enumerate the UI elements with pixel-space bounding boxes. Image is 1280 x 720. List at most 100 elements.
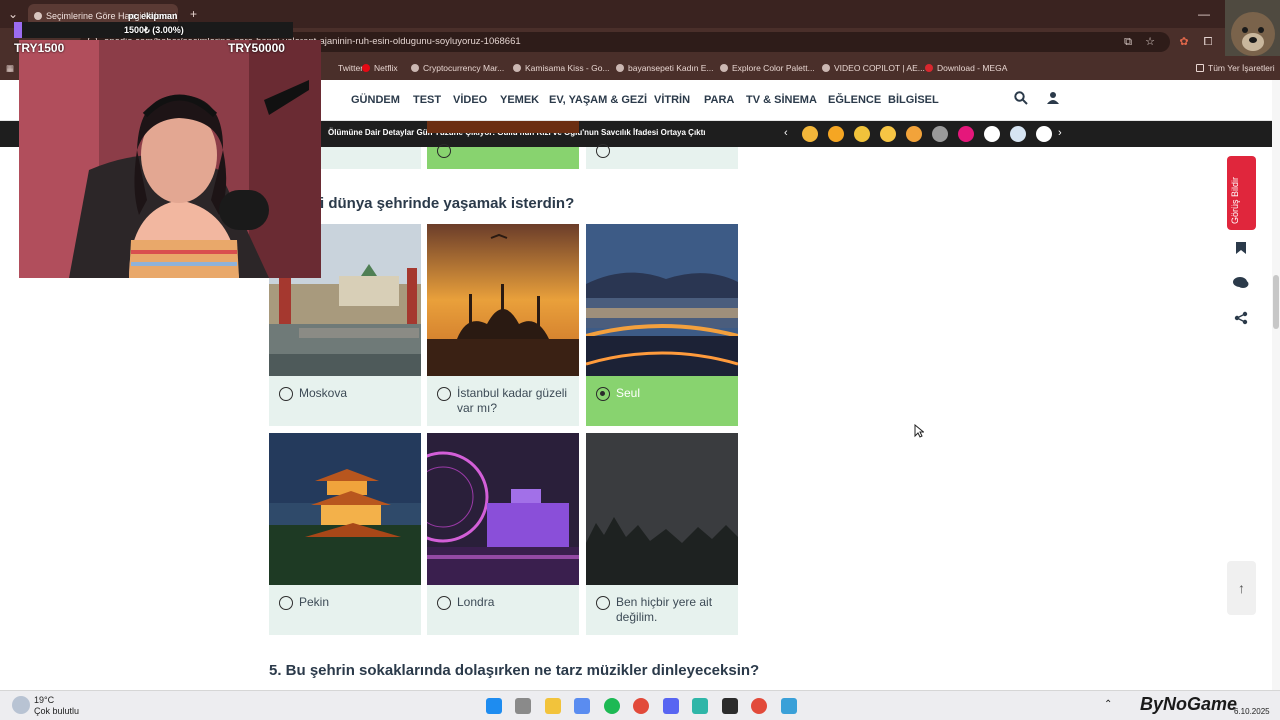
radio-icon[interactable] xyxy=(437,387,451,401)
discord-icon[interactable] xyxy=(663,698,679,714)
bynogame-watermark: ByNoGame xyxy=(1140,694,1238,714)
extension-icon[interactable]: ✿ xyxy=(1178,36,1190,48)
windows-taskbar: 19°C Çok bulutlu ⌃ ByNoGame 6.10.2025 xyxy=(0,690,1280,720)
globe-icon xyxy=(411,64,419,72)
option-label: Ben hiçbir yere ait değilim. xyxy=(596,595,731,625)
bookmark-bayansepeti[interactable]: bayansepeti Kadın E... xyxy=(616,56,714,80)
radio-selected-icon[interactable] xyxy=(596,387,610,401)
globe-icon xyxy=(822,64,830,72)
option-card-pekin[interactable]: Pekin xyxy=(269,433,421,635)
date[interactable]: 6.10.2025 xyxy=(1234,707,1270,716)
reaction-emoji-icon[interactable] xyxy=(802,126,818,142)
option-card-hicbir-yer[interactable]: Ben hiçbir yere ait değilim. xyxy=(586,433,738,635)
pink-badge-icon[interactable] xyxy=(958,126,974,142)
nav-ev-yasam-gezi[interactable]: EV, YAŞAM & GEZİ xyxy=(549,94,647,106)
radio-icon[interactable] xyxy=(279,387,293,401)
radio-icon[interactable] xyxy=(279,596,293,610)
radio-selected-icon xyxy=(437,144,451,158)
globe-icon xyxy=(513,64,521,72)
bookmark-label: Netflix xyxy=(374,63,398,73)
app-icon[interactable] xyxy=(781,698,797,714)
nav-vitrin[interactable]: VİTRİN xyxy=(654,94,690,106)
nav-eglence[interactable]: EĞLENCE xyxy=(828,94,881,106)
bookmark-label: VIDEO COPILOT | AE... xyxy=(834,63,925,73)
question-title: i dünya şehrinde yaşamak isterdin? xyxy=(320,195,575,212)
chevron-left-icon[interactable]: ‹ xyxy=(784,127,788,139)
wow-emoji-icon[interactable] xyxy=(906,126,922,142)
goal-label: pc ekipman xyxy=(128,11,178,21)
weather-text[interactable]: Çok bulutlu xyxy=(34,706,79,716)
nav-gundem[interactable]: GÜNDEM xyxy=(351,94,400,106)
feedback-button[interactable]: Görüş Bildir xyxy=(1227,156,1256,230)
bookmark-icon[interactable] xyxy=(1232,241,1250,259)
prev-option-selected[interactable] xyxy=(427,144,579,169)
ok-badge-icon[interactable] xyxy=(1036,126,1052,142)
chrome-active-icon[interactable] xyxy=(751,698,767,714)
install-app-icon[interactable]: ⧉ xyxy=(1122,36,1134,48)
grey-emoji-icon[interactable] xyxy=(932,126,948,142)
scroll-to-top-button[interactable]: ↑ xyxy=(1227,561,1256,615)
bookmark-star-icon[interactable]: ☆ xyxy=(1144,36,1156,48)
option-label: Londra xyxy=(437,595,572,610)
seul-image xyxy=(586,224,738,376)
weather-cloud-icon[interactable] xyxy=(12,696,30,714)
option-card-londra[interactable]: Londra xyxy=(427,433,579,635)
chrome-icon[interactable] xyxy=(633,698,649,714)
minimize-icon[interactable]: — xyxy=(1190,0,1218,28)
tray-chevron-up-icon[interactable]: ⌃ xyxy=(1104,699,1112,710)
prev-option[interactable] xyxy=(586,144,738,169)
nav-video[interactable]: VİDEO xyxy=(453,94,487,106)
share-icon[interactable] xyxy=(1232,311,1250,329)
radio-icon[interactable] xyxy=(437,596,451,610)
scrollbar-thumb[interactable] xyxy=(1273,275,1279,329)
page-scrollbar[interactable] xyxy=(1272,80,1280,690)
bookmark-label: Explore Color Palett... xyxy=(732,63,815,73)
radio-icon[interactable] xyxy=(596,596,610,610)
bookmark-crypto[interactable]: Cryptocurrency Mar... xyxy=(411,56,504,80)
nav-test[interactable]: TEST xyxy=(413,94,441,106)
option-card-istanbul[interactable]: İstanbul kadar güzeli var mı? xyxy=(427,224,579,426)
task-view-icon[interactable] xyxy=(515,698,531,714)
webcam-overlay xyxy=(19,40,321,278)
option-card-seul[interactable]: Seul xyxy=(586,224,738,426)
all-bookmarks-folder[interactable]: Tüm Yer İşaretleri xyxy=(1196,56,1275,80)
mega-icon xyxy=(925,64,933,72)
option-text: Pekin xyxy=(299,595,330,609)
bookmark-twitter[interactable]: Twitter xyxy=(326,56,363,80)
bookmark-video-copilot[interactable]: VIDEO COPILOT | AE... xyxy=(822,56,925,80)
nav-para[interactable]: PARA xyxy=(704,94,734,106)
nav-bilgisel[interactable]: BİLGİSEL xyxy=(888,94,939,106)
blue-badge-icon[interactable] xyxy=(1010,126,1026,142)
app-icon[interactable] xyxy=(692,698,708,714)
bookmark-mega[interactable]: Download - MEGA xyxy=(925,56,1007,80)
crying-emoji-icon[interactable] xyxy=(854,126,870,142)
avatar[interactable] xyxy=(1225,0,1280,56)
temperature[interactable]: 19°C xyxy=(34,695,54,705)
apps-grid-icon[interactable]: ▦ xyxy=(6,56,14,80)
comments-icon[interactable] xyxy=(1232,276,1250,294)
netflix-icon xyxy=(362,64,370,72)
bookmark-color-palette[interactable]: Explore Color Palett... xyxy=(720,56,815,80)
goal-progress-text: 1500₺ (3.00%) xyxy=(124,25,184,35)
istanbul-image xyxy=(427,224,579,376)
file-explorer-icon[interactable] xyxy=(545,698,561,714)
copilot-icon[interactable] xyxy=(574,698,590,714)
laughing-emoji-icon[interactable] xyxy=(880,126,896,142)
chevron-right-icon[interactable]: › xyxy=(1058,127,1062,139)
spotify-icon[interactable] xyxy=(604,698,620,714)
obs-icon[interactable] xyxy=(722,698,738,714)
nav-tv-sinema[interactable]: TV & SİNEMA xyxy=(746,94,817,106)
nav-yemek[interactable]: YEMEK xyxy=(500,94,539,106)
love-eyes-emoji-icon[interactable] xyxy=(828,126,844,142)
start-windows-icon[interactable] xyxy=(486,698,502,714)
bookmark-kamisama[interactable]: Kamisama Kiss - Go... xyxy=(513,56,610,80)
extensions-puzzle-icon[interactable]: ⧠ xyxy=(1202,36,1214,48)
pekin-image xyxy=(269,433,421,585)
search-icon[interactable] xyxy=(1014,91,1028,108)
bookmark-netflix[interactable]: Netflix xyxy=(362,56,398,80)
bookmark-label: Cryptocurrency Mar... xyxy=(423,63,505,73)
goal-current: TRY1500 xyxy=(14,41,65,55)
user-icon[interactable] xyxy=(1046,91,1060,108)
medical-cross-icon[interactable] xyxy=(984,126,1000,142)
bookmark-label: Kamisama Kiss - Go... xyxy=(525,63,610,73)
